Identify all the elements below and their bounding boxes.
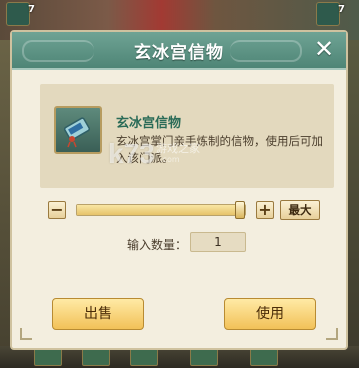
background-slot <box>316 2 340 26</box>
close-button[interactable]: ✕ <box>314 36 338 62</box>
use-button[interactable]: 使用 <box>224 298 316 330</box>
dialog-header: 玄冰宫信物 ✕ <box>12 32 346 70</box>
quantity-input[interactable]: 1 <box>190 232 246 252</box>
background-slot <box>6 2 30 26</box>
slider-fill <box>77 205 245 215</box>
corner-ornament <box>326 328 338 340</box>
quantity-slider[interactable] <box>76 201 246 219</box>
close-icon[interactable]: ✕ <box>314 35 334 63</box>
token-scroll-icon[interactable] <box>54 106 102 154</box>
slider-handle[interactable] <box>235 201 245 219</box>
sell-button[interactable]: 出售 <box>52 298 144 330</box>
decrease-quantity-button[interactable]: − <box>48 201 66 219</box>
quantity-label: 输入数量： <box>127 238 188 252</box>
increase-quantity-button[interactable]: + <box>256 201 274 219</box>
item-description: 玄冰宫掌门亲手炼制的信物，使用后可加入该门派。 <box>116 134 323 165</box>
background-count: 7 <box>28 4 35 15</box>
corner-ornament <box>20 328 32 340</box>
item-info-panel: 玄冰宫信物 玄冰宫掌门亲手炼制的信物，使用后可加入该门派。 <box>40 84 334 188</box>
item-dialog: 玄冰宫信物 ✕ 玄冰宫信物 玄冰宫掌门亲手炼制的信物，使用后可加入该门派。 − … <box>10 30 348 350</box>
max-quantity-button[interactable]: 最大 <box>280 200 320 220</box>
dialog-title: 玄冰宫信物 <box>134 43 224 63</box>
item-name: 玄冰宫信物 <box>116 116 182 131</box>
background-count: 7 <box>338 4 345 15</box>
